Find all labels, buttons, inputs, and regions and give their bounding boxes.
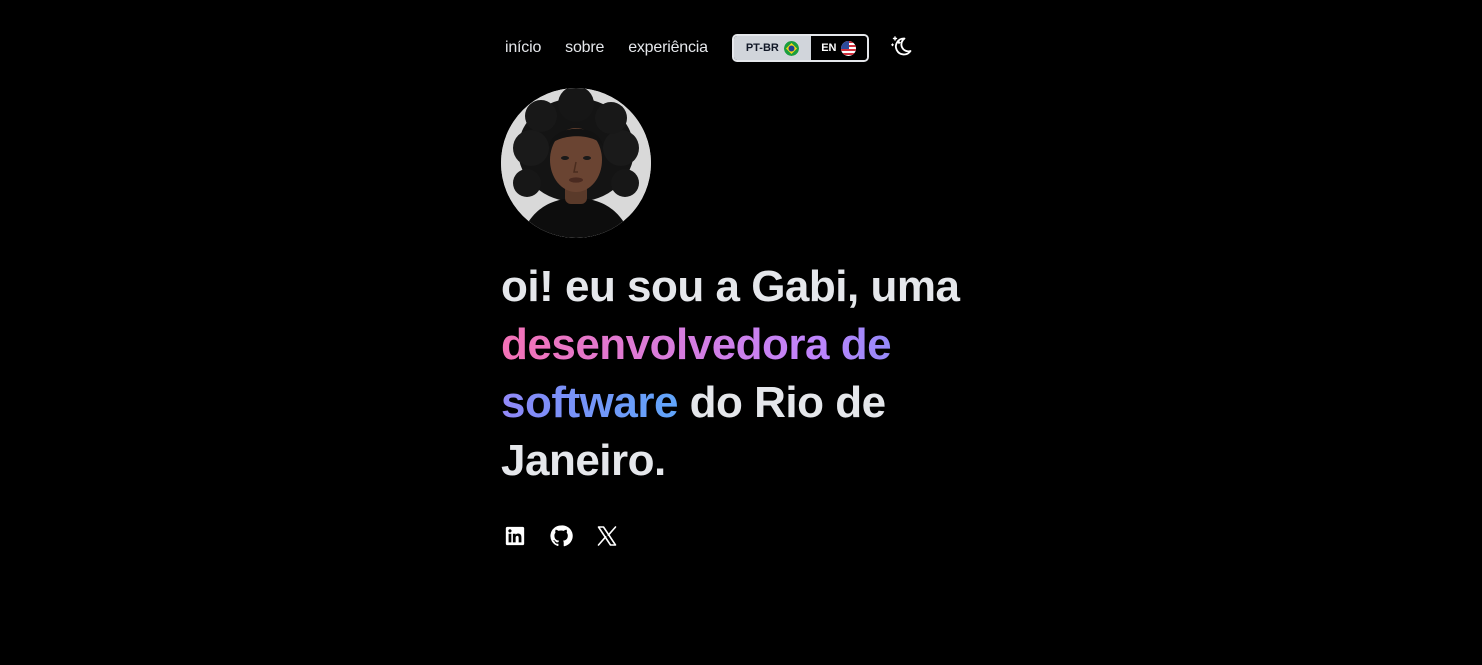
nav-link-inicio[interactable]: início xyxy=(505,39,541,57)
avatar xyxy=(501,88,651,238)
x-twitter-icon xyxy=(595,524,619,553)
theme-toggle-button[interactable] xyxy=(889,35,915,61)
github-link[interactable] xyxy=(549,524,573,553)
language-label-en: EN xyxy=(821,42,837,54)
brazil-flag-icon xyxy=(783,40,799,56)
social-links xyxy=(503,524,619,553)
github-icon xyxy=(549,524,573,553)
hero-intro: oi! eu sou a Gabi, uma xyxy=(501,262,960,311)
language-switcher: PT-BR EN xyxy=(731,34,869,62)
hero-headline: oi! eu sou a Gabi, uma desenvolvedora de… xyxy=(501,258,1001,490)
usa-flag-icon xyxy=(841,40,857,56)
linkedin-link[interactable] xyxy=(503,525,527,551)
linkedin-icon xyxy=(504,525,526,552)
moon-stars-icon xyxy=(889,33,915,64)
language-option-pt-br[interactable]: PT-BR xyxy=(733,36,811,60)
language-option-en[interactable]: EN xyxy=(810,36,867,60)
nav-link-sobre[interactable]: sobre xyxy=(565,39,604,57)
top-nav: início sobre experiência PT-BR EN xyxy=(505,32,915,64)
nav-link-experiencia[interactable]: experiência xyxy=(628,39,708,57)
x-twitter-link[interactable] xyxy=(595,525,619,551)
language-label-pt-br: PT-BR xyxy=(745,42,779,54)
